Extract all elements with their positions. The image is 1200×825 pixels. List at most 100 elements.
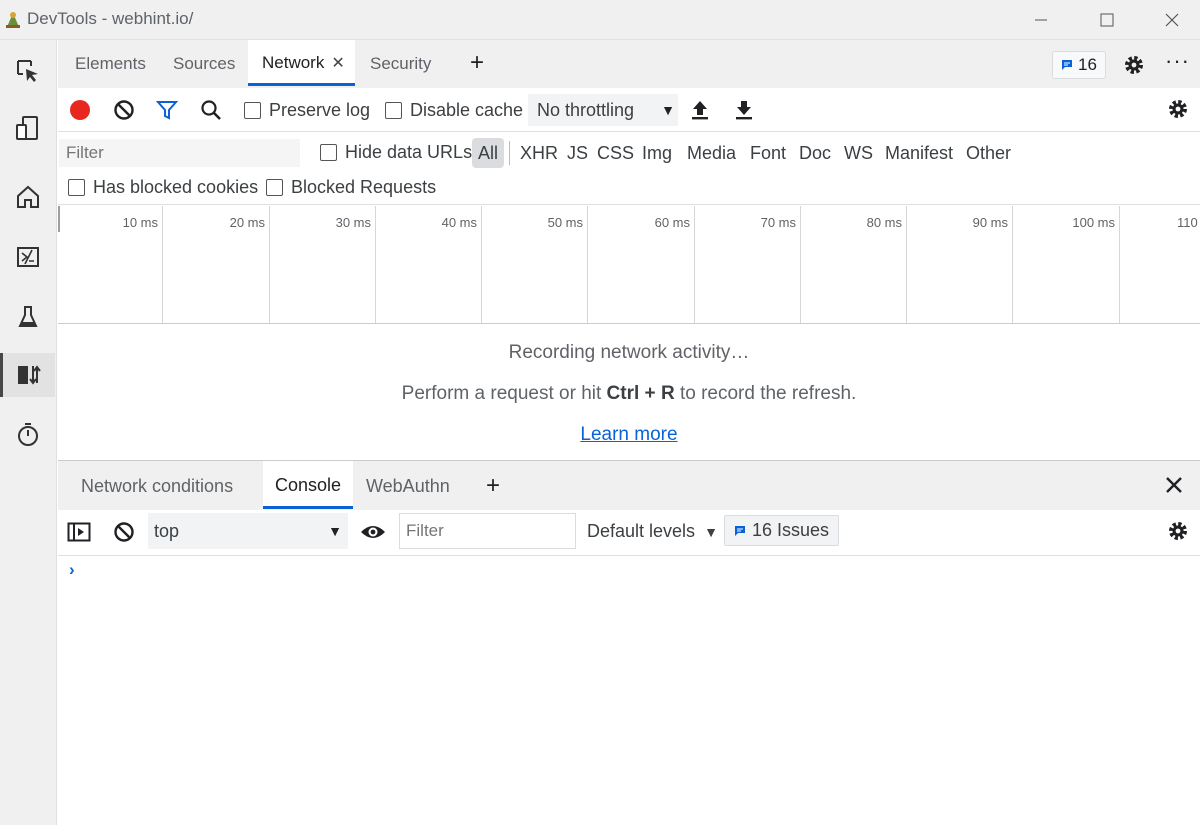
devtools-app-icon xyxy=(6,12,20,28)
disable-cache-checkbox[interactable]: Disable cache xyxy=(385,100,523,121)
show-sidebar-button[interactable] xyxy=(67,520,91,544)
throttling-select[interactable]: No throttling ▼ xyxy=(528,94,678,126)
home-icon xyxy=(16,185,39,208)
has-blocked-cookies-label: Has blocked cookies xyxy=(93,177,259,197)
import-har-button[interactable] xyxy=(688,98,712,122)
type-filter-css[interactable]: CSS xyxy=(597,142,634,164)
console-prompt-chevron-icon[interactable]: › xyxy=(69,560,75,580)
tab-security[interactable]: Security xyxy=(356,40,445,88)
timeline-gridline: 20 ms xyxy=(163,206,270,323)
type-filter-media[interactable]: Media xyxy=(687,142,736,164)
javascript-context-select[interactable]: top ▼ xyxy=(148,513,348,549)
checkbox-box[interactable] xyxy=(68,179,85,196)
type-filter-other[interactable]: Other xyxy=(966,142,1011,164)
console-issues-label: 16 Issues xyxy=(752,520,830,540)
drawer-tab-network-conditions[interactable]: Network conditions xyxy=(69,461,245,510)
flask-icon xyxy=(17,306,38,327)
tab-elements[interactable]: Elements xyxy=(61,40,160,88)
drawer-tab-console[interactable]: Console xyxy=(263,461,354,509)
search-button[interactable] xyxy=(199,98,223,122)
more-options-icon[interactable]: ··· xyxy=(1165,50,1190,72)
checkbox-box[interactable] xyxy=(385,102,402,119)
network-filter-bar: Hide data URLs All XHR JS CSS Img Media … xyxy=(58,133,1200,205)
network-settings-gear-icon[interactable] xyxy=(1167,98,1189,120)
close-icon xyxy=(1165,13,1179,27)
record-button[interactable] xyxy=(68,98,92,122)
activity-item-performance[interactable] xyxy=(0,412,55,456)
type-filter-img[interactable]: Img xyxy=(642,142,672,164)
timeline-gridline: 80 ms xyxy=(801,206,907,323)
hint-suffix: to record the refresh. xyxy=(674,383,857,404)
search-icon xyxy=(201,100,221,120)
preserve-log-checkbox[interactable]: Preserve log xyxy=(244,100,370,121)
live-expression-button[interactable] xyxy=(360,520,386,544)
type-filter-doc[interactable]: Doc xyxy=(799,142,831,164)
window-title: DevTools - webhint.io/ xyxy=(27,9,194,28)
activity-item-device-emulation[interactable] xyxy=(0,106,55,150)
checkbox-box[interactable] xyxy=(266,179,283,196)
clear-console-button[interactable] xyxy=(112,520,136,544)
activity-item-elements[interactable] xyxy=(0,235,55,279)
console-settings-gear-icon[interactable] xyxy=(1167,520,1189,542)
minimize-button[interactable] xyxy=(1019,0,1063,40)
console-filter-input[interactable] xyxy=(399,513,576,549)
filter-funnel-icon xyxy=(156,101,178,120)
tab-label: Elements xyxy=(75,54,146,73)
tab-label: Network xyxy=(262,53,325,72)
stopwatch-icon xyxy=(17,423,38,446)
drawer-tab-strip: Network conditions Console WebAuthn + xyxy=(58,460,1200,510)
log-levels-dropdown[interactable]: Default levels ▼ xyxy=(587,521,718,542)
activity-item-experiments[interactable] xyxy=(0,295,55,339)
tab-network[interactable]: Network ✕ xyxy=(248,40,355,86)
activity-item-network[interactable] xyxy=(0,353,55,397)
network-overview-timeline[interactable]: 10 ms 20 ms 30 ms 40 ms 50 ms 60 ms 70 m… xyxy=(58,206,1200,324)
type-filter-all[interactable]: All xyxy=(472,138,505,168)
close-tab-icon[interactable]: ✕ xyxy=(331,55,344,72)
checkbox-box[interactable] xyxy=(244,102,261,119)
drawer-tab-webauthn[interactable]: WebAuthn xyxy=(354,461,462,510)
shortcut-plus: + xyxy=(639,383,661,404)
type-filter-js[interactable]: JS xyxy=(567,142,588,164)
chevron-down-icon: ▼ xyxy=(661,102,675,118)
chevron-down-icon: ▼ xyxy=(704,524,718,540)
type-filter-font[interactable]: Font xyxy=(750,142,786,164)
filter-toggle-button[interactable] xyxy=(155,98,179,122)
add-tab-button[interactable]: + xyxy=(470,51,484,75)
type-filter-ws[interactable]: WS xyxy=(844,142,873,164)
network-filter-input[interactable] xyxy=(59,139,300,167)
has-blocked-cookies-checkbox[interactable]: Has blocked cookies xyxy=(68,177,258,198)
type-filter-xhr[interactable]: XHR xyxy=(520,142,558,164)
timeline-tick-label: 100 ms xyxy=(1072,215,1115,230)
timeline-tick-label: 110 xyxy=(1177,215,1198,230)
console-output[interactable]: › xyxy=(58,557,1200,825)
learn-more-row: Learn more xyxy=(58,424,1200,446)
context-value: top xyxy=(154,521,180,541)
checkbox-box[interactable] xyxy=(320,144,337,161)
timeline-tick-label: 50 ms xyxy=(547,215,583,230)
log-levels-label: Default levels xyxy=(587,521,696,541)
preserve-log-label: Preserve log xyxy=(269,100,371,120)
tab-label: Console xyxy=(275,475,342,495)
message-icon xyxy=(1062,60,1072,70)
learn-more-link[interactable]: Learn more xyxy=(580,424,677,445)
maximize-button[interactable] xyxy=(1085,0,1129,40)
close-drawer-button[interactable] xyxy=(1163,474,1185,496)
add-drawer-tab-button[interactable]: + xyxy=(486,474,500,498)
console-issues-button[interactable]: 16 Issues xyxy=(724,515,840,546)
clear-button[interactable] xyxy=(112,98,136,122)
activity-item-inspect[interactable] xyxy=(0,49,55,93)
activity-item-welcome[interactable] xyxy=(0,175,55,219)
timeline-tick-label: 20 ms xyxy=(229,215,265,230)
issues-badge[interactable]: 16 xyxy=(1052,51,1106,79)
clear-icon xyxy=(114,100,134,120)
type-filter-manifest[interactable]: Manifest xyxy=(885,142,953,164)
close-window-button[interactable] xyxy=(1150,0,1194,40)
tab-sources[interactable]: Sources xyxy=(159,40,249,88)
export-har-button[interactable] xyxy=(732,98,756,122)
blocked-requests-label: Blocked Requests xyxy=(291,177,437,197)
hide-data-urls-checkbox[interactable]: Hide data URLs xyxy=(320,142,472,163)
settings-gear-icon[interactable] xyxy=(1123,54,1145,76)
sidebar-toggle-icon xyxy=(67,522,91,542)
timeline-tick-label: 60 ms xyxy=(654,215,690,230)
blocked-requests-checkbox[interactable]: Blocked Requests xyxy=(266,177,436,198)
